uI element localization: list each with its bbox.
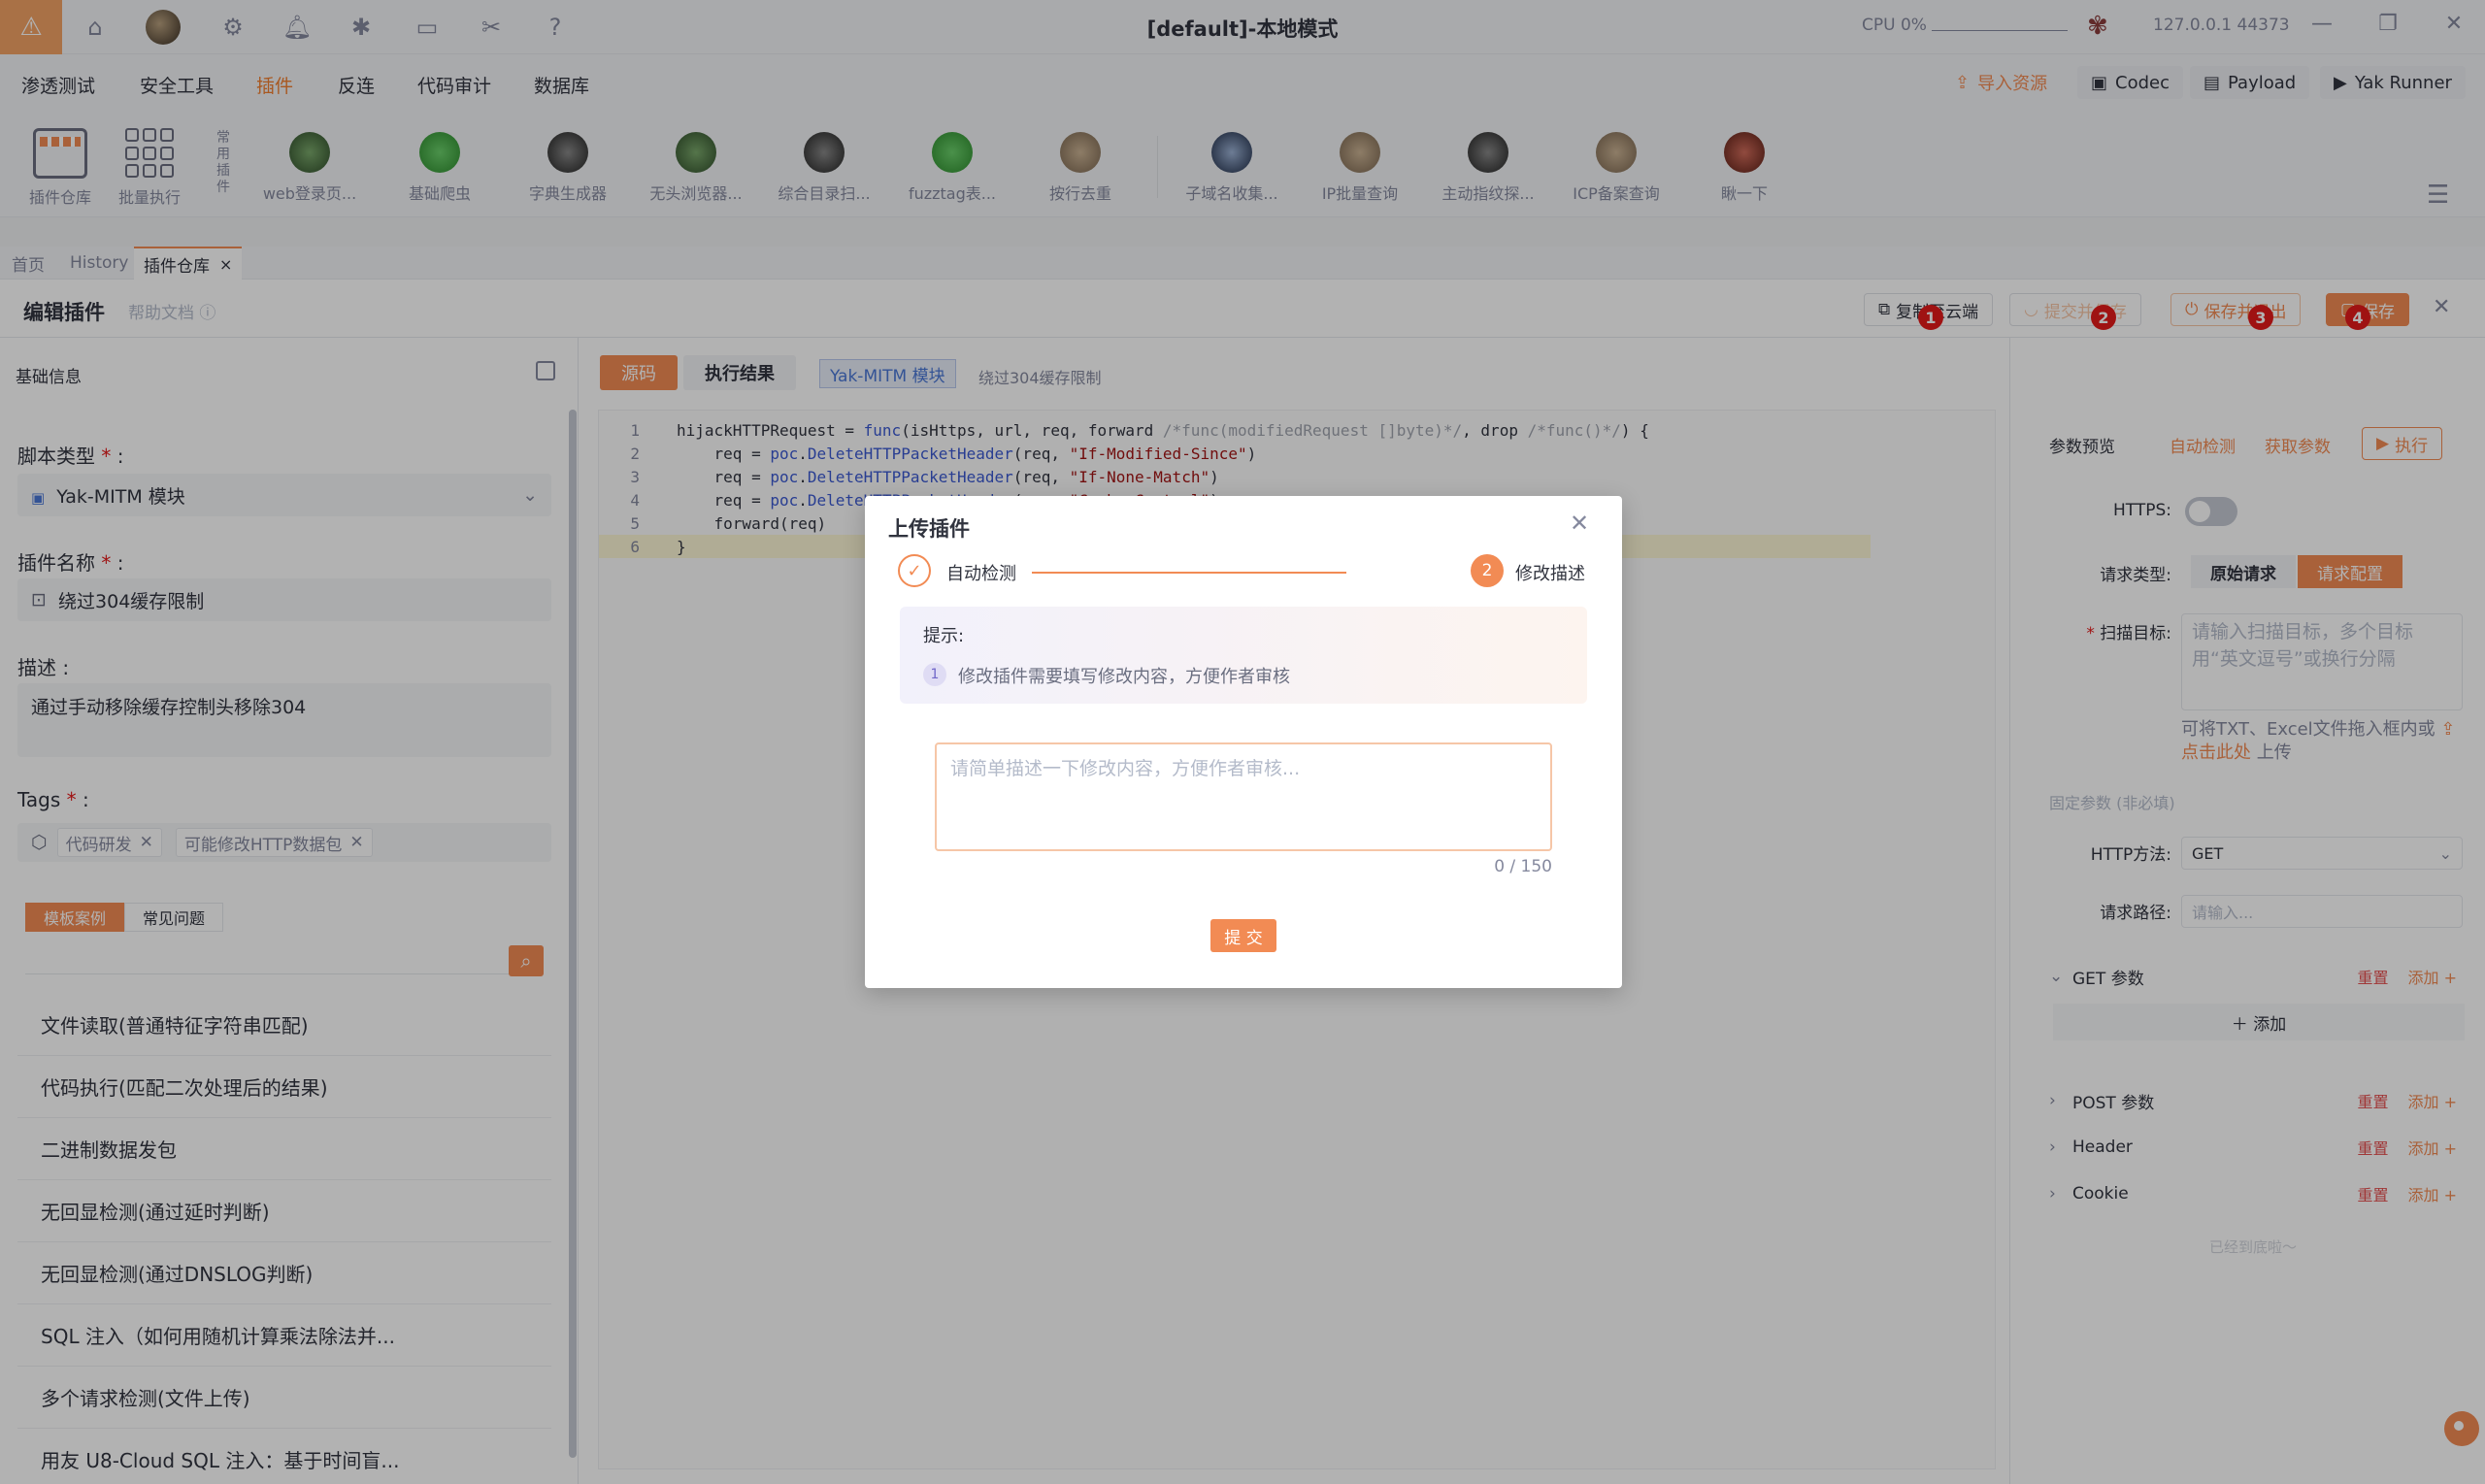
tip-number: 1 xyxy=(923,663,946,686)
check-icon: ✓ xyxy=(898,554,931,587)
change-description-input[interactable]: 请简单描述一下修改内容，方便作者审核... xyxy=(935,742,1552,851)
char-counter: 0 / 150 xyxy=(1494,857,1552,876)
tip-text: 修改插件需要填写修改内容，方便作者审核 xyxy=(958,667,1290,687)
tip-title: 提示: xyxy=(923,626,965,646)
submit-button[interactable]: 提 交 xyxy=(1210,919,1276,952)
step-connector xyxy=(1032,572,1346,574)
step-edit-description: 修改描述 xyxy=(1515,564,1585,584)
close-icon[interactable]: ✕ xyxy=(1570,510,1589,537)
step-auto-detect: 自动检测 xyxy=(946,564,1016,584)
upload-plugin-dialog: 上传插件 ✕ ✓ 自动检测 2 修改描述 提示: 1 修改插件需要填写修改内容，… xyxy=(865,496,1622,988)
dialog-title: 上传插件 xyxy=(888,517,970,541)
tip-box: 提示: 1 修改插件需要填写修改内容，方便作者审核 xyxy=(900,607,1587,704)
step-number: 2 xyxy=(1471,554,1504,587)
